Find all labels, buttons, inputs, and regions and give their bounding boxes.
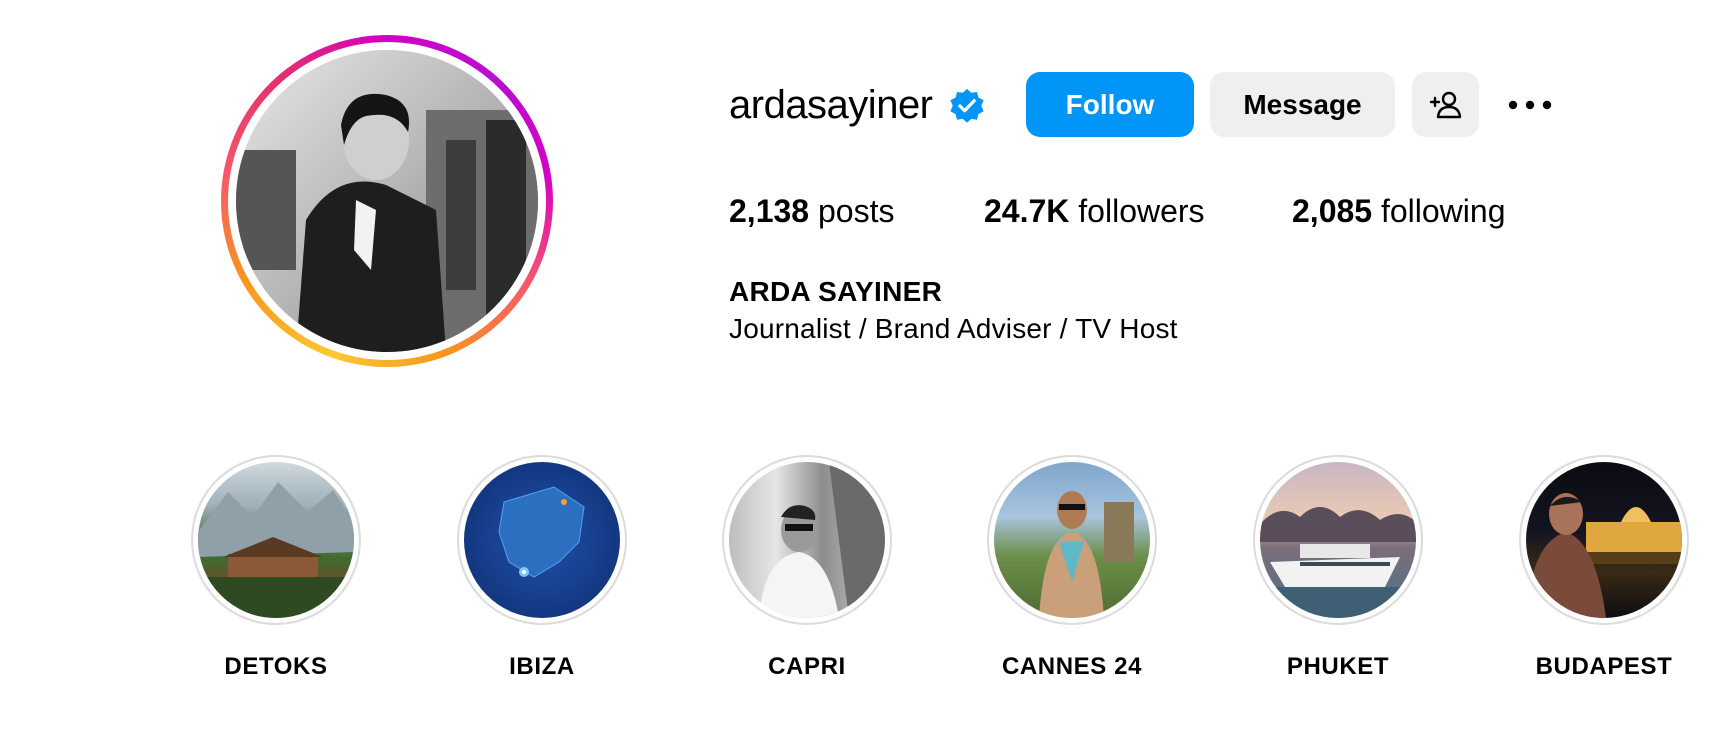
highlight-ring (1253, 455, 1423, 625)
highlight-cover (198, 462, 354, 618)
highlight-cover (1526, 462, 1682, 618)
avatar-photo (236, 50, 538, 352)
highlight-ring (1519, 455, 1689, 625)
posts-value: 2,138 (729, 193, 810, 229)
more-horizontal-icon (1508, 100, 1552, 109)
posts-count: 2,138 posts (729, 190, 894, 232)
follow-button[interactable]: Follow (1026, 72, 1194, 137)
following-label: following (1380, 193, 1506, 229)
highlight-ring (722, 455, 892, 625)
username: ardasayiner (729, 83, 933, 127)
followers-label: followers (1078, 193, 1205, 229)
highlight-label: CANNES 24 (1001, 653, 1143, 680)
followers-value: 24.7K (984, 193, 1070, 229)
more-options-button[interactable] (1496, 72, 1564, 137)
highlight-budapest[interactable]: BUDAPEST (1494, 455, 1714, 681)
following-link[interactable]: 2,085 following (1292, 190, 1505, 232)
highlight-cover (1260, 462, 1416, 618)
following-value: 2,085 (1292, 193, 1373, 229)
highlight-capri[interactable]: CAPRI (697, 455, 917, 681)
highlight-cover (729, 462, 885, 618)
highlight-label: IBIZA (509, 653, 575, 680)
profile-avatar[interactable] (221, 35, 553, 367)
highlight-cover (994, 462, 1150, 618)
full-name: ARDA SAYINER (729, 276, 943, 307)
highlight-ring (191, 455, 361, 625)
avatar-image (236, 50, 538, 352)
highlight-phuket[interactable]: PHUKET (1228, 455, 1448, 681)
highlight-ibiza[interactable]: IBIZA (432, 455, 652, 681)
highlight-cover (464, 462, 620, 618)
highlight-label: DETOKS (224, 653, 328, 680)
posts-label: posts (817, 193, 895, 229)
verified-badge-icon (950, 88, 984, 123)
highlight-ring (987, 455, 1157, 625)
highlight-label: CAPRI (768, 653, 846, 680)
followers-link[interactable]: 24.7K followers (984, 190, 1205, 232)
highlight-label: BUDAPEST (1535, 653, 1673, 680)
add-user-icon (1429, 91, 1461, 118)
highlight-cannes-24[interactable]: CANNES 24 (962, 455, 1182, 681)
message-button[interactable]: Message (1210, 72, 1395, 137)
highlight-ring (457, 455, 627, 625)
highlight-label: PHUKET (1286, 653, 1390, 680)
bio-text: Journalist / Brand Adviser / TV Host (729, 313, 1178, 344)
avatar-border (228, 42, 546, 360)
suggested-users-button[interactable] (1412, 72, 1479, 137)
highlight-detoks[interactable]: DETOKS (166, 455, 386, 681)
